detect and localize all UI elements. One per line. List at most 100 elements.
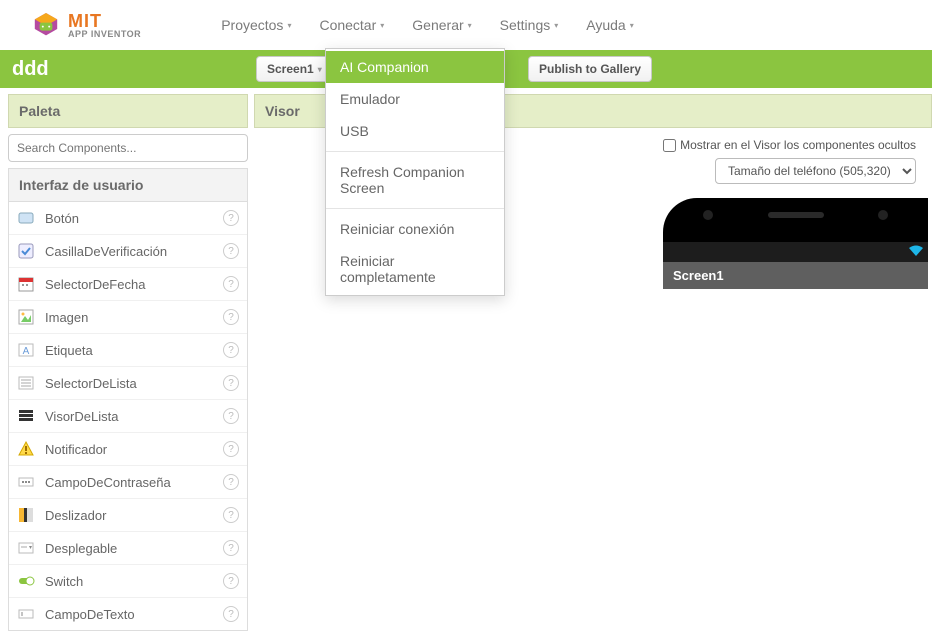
palette-item-label: VisorDeLista: [45, 409, 213, 424]
palette-item-label: Notificador: [45, 442, 213, 457]
logo-sub: APP INVENTOR: [68, 30, 141, 39]
component-list: Botón?CasillaDeVerificación?SelectorDeFe…: [8, 202, 248, 631]
logo[interactable]: MIT APP INVENTOR: [30, 11, 141, 39]
palette-item-listpick[interactable]: SelectorDeLista?: [9, 367, 247, 400]
date-icon: [17, 275, 35, 293]
palette-item-label: Switch: [45, 574, 213, 589]
caret-icon: ▾: [380, 21, 384, 30]
help-icon[interactable]: ?: [223, 507, 239, 523]
caret-icon: ▾: [630, 21, 634, 30]
palette-item-checkbox[interactable]: CasillaDeVerificación?: [9, 235, 247, 268]
switch-icon: [17, 572, 35, 590]
help-icon[interactable]: ?: [223, 408, 239, 424]
palette-item-notifier[interactable]: Notificador?: [9, 433, 247, 466]
notifier-icon: [17, 440, 35, 458]
palette-item-label: CasillaDeVerificación: [45, 244, 213, 259]
help-icon[interactable]: ?: [223, 375, 239, 391]
wifi-icon: [908, 245, 924, 260]
palette-header: Paleta: [8, 94, 248, 128]
dd-separator: [326, 151, 504, 152]
help-icon[interactable]: ?: [223, 474, 239, 490]
palette-item-label: Deslizador: [45, 508, 213, 523]
dd-refresh[interactable]: Refresh Companion Screen: [326, 156, 504, 204]
listview-icon: [17, 407, 35, 425]
caret-icon: ▾: [554, 21, 558, 30]
help-icon[interactable]: ?: [223, 309, 239, 325]
caret-icon: ▾: [468, 21, 472, 30]
palette-section-header[interactable]: Interfaz de usuario: [8, 168, 248, 202]
palette-item-listview[interactable]: VisorDeLista?: [9, 400, 247, 433]
button-icon: [17, 209, 35, 227]
show-hidden-row[interactable]: Mostrar en el Visor los componentes ocul…: [663, 138, 916, 152]
label-icon: A: [17, 341, 35, 359]
dd-reset-full[interactable]: Reiniciar completamente: [326, 245, 504, 293]
palette-item-label: Botón: [45, 211, 213, 226]
palette-item-label: CampoDeTexto: [45, 607, 213, 622]
logo-mit: MIT: [68, 12, 141, 30]
caret-icon: ▾: [318, 65, 322, 74]
help-icon[interactable]: ?: [223, 210, 239, 226]
screen-canvas[interactable]: [663, 289, 928, 629]
palette-item-slider[interactable]: Deslizador?: [9, 499, 247, 532]
palette-item-label[interactable]: A Etiqueta?: [9, 334, 247, 367]
logo-icon: [30, 11, 62, 39]
palette-item-label: SelectorDeFecha: [45, 277, 213, 292]
phone-statusbar: [663, 242, 928, 262]
topbar: MIT APP INVENTOR Proyectos▾ Conectar▾ Ge…: [0, 0, 932, 50]
dd-separator: [326, 208, 504, 209]
screen-title: Screen1: [663, 262, 928, 289]
phone-preview: Screen1: [663, 198, 928, 629]
main-menu: Proyectos▾ Conectar▾ Generar▾ Settings▾ …: [221, 17, 634, 33]
password-icon: [17, 473, 35, 491]
palette-item-spinner[interactable]: Desplegable?: [9, 532, 247, 565]
textbox-icon: [17, 605, 35, 623]
project-title: ddd: [12, 58, 49, 81]
help-icon[interactable]: ?: [223, 573, 239, 589]
menu-settings[interactable]: Settings▾: [500, 17, 559, 33]
palette-item-label: Desplegable: [45, 541, 213, 556]
menu-connect[interactable]: Conectar▾: [319, 17, 384, 33]
checkbox-icon: [17, 242, 35, 260]
palette-panel: Paleta Interfaz de usuario Botón?Casilla…: [8, 94, 248, 623]
connect-dropdown: AI Companion Emulador USB Refresh Compan…: [325, 48, 505, 296]
spinner-icon: [17, 539, 35, 557]
screen-selector-button[interactable]: Screen1▾: [256, 56, 333, 82]
search-row: [8, 134, 248, 162]
palette-item-button[interactable]: Botón?: [9, 202, 247, 235]
palette-item-textbox[interactable]: CampoDeTexto?: [9, 598, 247, 630]
show-hidden-label: Mostrar en el Visor los componentes ocul…: [680, 138, 916, 152]
dd-ai-companion[interactable]: AI Companion: [326, 51, 504, 83]
help-icon[interactable]: ?: [223, 342, 239, 358]
phone-frame: Screen1: [663, 198, 928, 629]
menu-projects[interactable]: Proyectos▾: [221, 17, 291, 33]
palette-item-label: SelectorDeLista: [45, 376, 213, 391]
listpick-icon: [17, 374, 35, 392]
menu-build[interactable]: Generar▾: [412, 17, 471, 33]
palette-item-label: CampoDeContraseña: [45, 475, 213, 490]
svg-text:A: A: [23, 346, 30, 357]
help-icon[interactable]: ?: [223, 606, 239, 622]
phone-speaker-icon: [768, 212, 824, 218]
phone-size-select[interactable]: Tamaño del teléfono (505,320): [715, 158, 916, 184]
palette-item-date[interactable]: SelectorDeFecha?: [9, 268, 247, 301]
dd-reset-conn[interactable]: Reiniciar conexión: [326, 213, 504, 245]
help-icon[interactable]: ?: [223, 276, 239, 292]
help-icon[interactable]: ?: [223, 243, 239, 259]
palette-item-label: Etiqueta: [45, 343, 213, 358]
logo-text: MIT APP INVENTOR: [68, 12, 141, 39]
search-input[interactable]: [8, 134, 248, 162]
help-icon[interactable]: ?: [223, 441, 239, 457]
help-icon[interactable]: ?: [223, 540, 239, 556]
palette-item-image[interactable]: Imagen?: [9, 301, 247, 334]
caret-icon: ▾: [287, 21, 291, 30]
menu-help[interactable]: Ayuda▾: [586, 17, 633, 33]
publish-button[interactable]: Publish to Gallery: [528, 56, 652, 82]
palette-item-switch[interactable]: Switch?: [9, 565, 247, 598]
dd-usb[interactable]: USB: [326, 115, 504, 147]
dd-emulator[interactable]: Emulador: [326, 83, 504, 115]
show-hidden-checkbox[interactable]: [663, 139, 676, 152]
palette-item-label: Imagen: [45, 310, 213, 325]
image-icon: [17, 308, 35, 326]
slider-icon: [17, 506, 35, 524]
palette-item-password[interactable]: CampoDeContraseña?: [9, 466, 247, 499]
